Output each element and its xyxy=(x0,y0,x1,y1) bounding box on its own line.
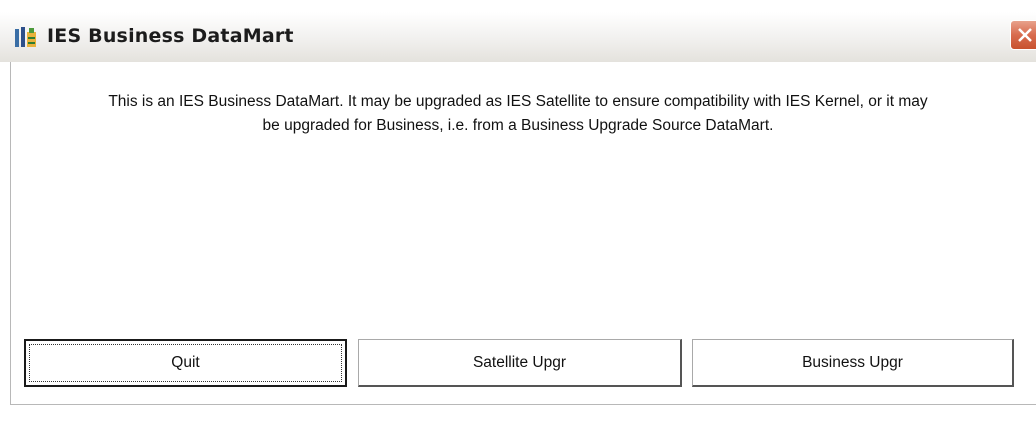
close-button[interactable] xyxy=(1010,20,1036,50)
message-line-2: be upgraded for Business, i.e. from a Bu… xyxy=(262,117,774,134)
business-upgrade-button[interactable]: Business Upgr xyxy=(692,339,1014,387)
window-title: IES Business DataMart xyxy=(47,25,294,47)
datamart-app-icon xyxy=(14,26,38,48)
message-line-1: This is an IES Business DataMart. It may… xyxy=(108,93,928,110)
info-message: This is an IES Business DataMart. It may… xyxy=(0,90,1036,138)
quit-button[interactable]: Quit xyxy=(24,339,347,387)
close-icon xyxy=(1018,28,1032,42)
satellite-upgrade-button[interactable]: Satellite Upgr xyxy=(358,339,682,387)
focus-ring xyxy=(29,344,342,382)
dialog-window: IES Business DataMart This is an IES Bus… xyxy=(0,0,1036,421)
satellite-upgrade-button-label: Satellite Upgr xyxy=(472,353,567,371)
business-upgrade-button-label: Business Upgr xyxy=(802,353,903,371)
